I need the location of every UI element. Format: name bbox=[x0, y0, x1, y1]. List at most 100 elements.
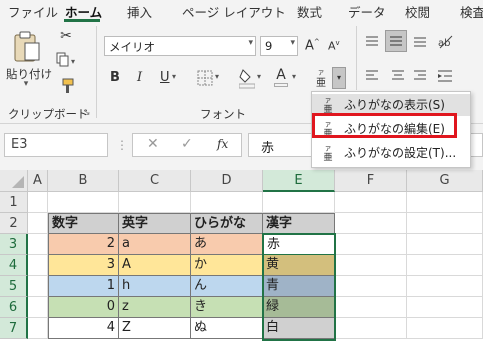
cut-icon[interactable]: ✂ bbox=[58, 28, 74, 46]
cell-d4[interactable]: か bbox=[191, 255, 263, 276]
indent-icon[interactable] bbox=[436, 68, 454, 84]
cell-d6[interactable]: き bbox=[191, 297, 263, 318]
column-header-g[interactable]: G bbox=[407, 170, 483, 192]
row-header-6[interactable]: 6 bbox=[0, 297, 28, 318]
paste-icon[interactable] bbox=[10, 30, 44, 70]
tab-insert[interactable]: 挿入 bbox=[127, 2, 152, 21]
align-top-icon[interactable] bbox=[364, 34, 380, 50]
empty-cell[interactable] bbox=[335, 192, 407, 213]
copy-icon[interactable]: ▾ bbox=[56, 52, 78, 70]
row-header-4[interactable]: 4 bbox=[0, 255, 28, 276]
empty-cell[interactable] bbox=[28, 318, 48, 339]
cell-e6[interactable]: 緑 bbox=[263, 297, 335, 318]
row-header-3[interactable]: 3 bbox=[0, 234, 28, 255]
align-right-icon[interactable] bbox=[412, 68, 428, 84]
empty-cell[interactable] bbox=[407, 297, 483, 318]
empty-cell[interactable] bbox=[407, 234, 483, 255]
column-header-d[interactable]: D bbox=[191, 170, 263, 192]
column-header-c[interactable]: C bbox=[119, 170, 191, 192]
cancel-icon[interactable]: ✕ bbox=[147, 136, 159, 152]
phonetic-guide-icon[interactable]: ア亜 bbox=[314, 68, 328, 90]
orientation-icon[interactable]: ab bbox=[436, 32, 454, 50]
empty-cell[interactable] bbox=[335, 234, 407, 255]
name-box[interactable]: E3 bbox=[4, 133, 108, 157]
empty-cell[interactable] bbox=[335, 213, 407, 234]
align-center-icon[interactable] bbox=[390, 68, 406, 84]
align-middle-icon[interactable] bbox=[385, 30, 407, 52]
tab-page-layout[interactable]: ページ レイアウト bbox=[182, 2, 286, 21]
insert-function-button[interactable]: fx bbox=[217, 137, 228, 151]
select-all-corner[interactable] bbox=[0, 170, 28, 192]
cell-c3[interactable]: a bbox=[119, 234, 191, 255]
cell-c6[interactable]: z bbox=[119, 297, 191, 318]
cell-d5[interactable]: ん bbox=[191, 276, 263, 297]
italic-button[interactable]: I bbox=[137, 70, 142, 85]
clipboard-launcher-icon[interactable]: ↘ bbox=[83, 108, 91, 118]
fill-color-icon[interactable] bbox=[238, 67, 256, 89]
empty-cell[interactable] bbox=[335, 318, 407, 339]
paste-dropdown-icon[interactable]: ▾ bbox=[18, 79, 34, 89]
table-header-hiragana[interactable]: ひらがな bbox=[191, 213, 263, 234]
cell-b3[interactable]: 2 bbox=[48, 234, 119, 255]
cell-b7[interactable]: 4 bbox=[48, 318, 119, 339]
cell-e7[interactable]: 白 bbox=[263, 318, 335, 339]
empty-cell[interactable] bbox=[407, 318, 483, 339]
phonetic-dropdown-button[interactable]: ▾ bbox=[332, 67, 346, 89]
tab-data[interactable]: データ bbox=[348, 2, 386, 21]
font-color-dropdown-icon[interactable]: ▾ bbox=[292, 72, 296, 81]
cell-b5[interactable]: 1 bbox=[48, 276, 119, 297]
column-header-e[interactable]: E bbox=[263, 170, 335, 192]
font-name-select[interactable]: メイリオ ▾ bbox=[104, 36, 256, 56]
bold-button[interactable]: B bbox=[110, 70, 120, 85]
row-header-2[interactable]: 2 bbox=[0, 213, 28, 234]
empty-cell[interactable] bbox=[335, 297, 407, 318]
align-left-icon[interactable] bbox=[364, 68, 380, 84]
row-header-5[interactable]: 5 bbox=[0, 276, 28, 297]
tab-inspect[interactable]: 検査 bbox=[460, 2, 483, 21]
empty-cell[interactable] bbox=[28, 192, 48, 213]
empty-cell[interactable] bbox=[28, 255, 48, 276]
fill-color-dropdown-icon[interactable]: ▾ bbox=[257, 72, 261, 81]
enter-icon[interactable]: ✓ bbox=[181, 136, 193, 152]
cell-d7[interactable]: ぬ bbox=[191, 318, 263, 339]
row-header-7[interactable]: 7 bbox=[0, 318, 28, 339]
empty-cell[interactable] bbox=[263, 192, 335, 213]
row-header-1[interactable]: 1 bbox=[0, 192, 28, 213]
cell-d3[interactable]: あ bbox=[191, 234, 263, 255]
empty-cell[interactable] bbox=[335, 276, 407, 297]
table-header-number[interactable]: 数字 bbox=[48, 213, 119, 234]
borders-dropdown-icon[interactable]: ▾ bbox=[215, 72, 219, 81]
grow-font-button[interactable]: A^ bbox=[305, 38, 320, 53]
underline-button[interactable]: U bbox=[160, 70, 170, 85]
font-size-select[interactable]: 9 ▾ bbox=[260, 36, 298, 56]
underline-dropdown-icon[interactable]: ▾ bbox=[172, 72, 176, 81]
cell-b4[interactable]: 3 bbox=[48, 255, 119, 276]
empty-cell[interactable] bbox=[28, 297, 48, 318]
tab-review[interactable]: 校閲 bbox=[405, 2, 430, 21]
empty-cell[interactable] bbox=[191, 192, 263, 213]
empty-cell[interactable] bbox=[28, 213, 48, 234]
font-color-button[interactable]: A bbox=[273, 67, 289, 87]
cell-e4[interactable]: 黄 bbox=[263, 255, 335, 276]
format-painter-icon[interactable] bbox=[57, 77, 75, 95]
empty-cell[interactable] bbox=[48, 192, 119, 213]
empty-cell[interactable] bbox=[407, 276, 483, 297]
cell-e5[interactable]: 青 bbox=[263, 276, 335, 297]
cell-b6[interactable]: 0 bbox=[48, 297, 119, 318]
borders-icon[interactable] bbox=[196, 69, 214, 87]
menu-item-phonetic-settings[interactable]: ア亜 ふりがなの設定(T)... bbox=[312, 142, 470, 164]
empty-cell[interactable] bbox=[335, 255, 407, 276]
empty-cell[interactable] bbox=[407, 192, 483, 213]
active-cell-e3[interactable]: 赤 bbox=[263, 234, 335, 255]
column-header-a[interactable]: A bbox=[28, 170, 48, 192]
shrink-font-button[interactable]: Av bbox=[328, 39, 340, 53]
tab-formulas[interactable]: 数式 bbox=[297, 2, 322, 21]
empty-cell[interactable] bbox=[28, 276, 48, 297]
column-header-f[interactable]: F bbox=[335, 170, 407, 192]
table-header-alpha[interactable]: 英字 bbox=[119, 213, 191, 234]
table-header-kanji[interactable]: 漢字 bbox=[263, 213, 335, 234]
cell-c4[interactable]: A bbox=[119, 255, 191, 276]
cell-c5[interactable]: h bbox=[119, 276, 191, 297]
empty-cell[interactable] bbox=[407, 255, 483, 276]
empty-cell[interactable] bbox=[119, 192, 191, 213]
